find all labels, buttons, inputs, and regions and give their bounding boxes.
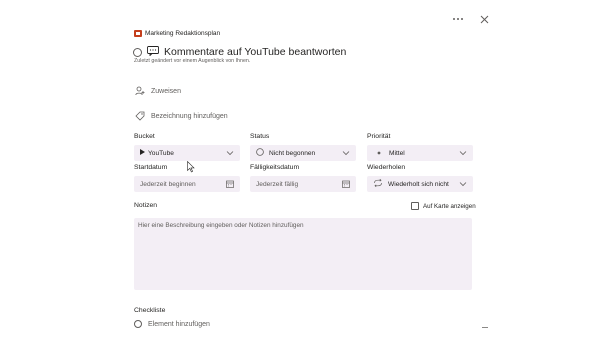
repeat-label: Wiederholen (367, 164, 406, 171)
scroll-indicator (482, 327, 488, 328)
priority-label: Priorität (367, 133, 391, 140)
calendar-icon[interactable] (226, 180, 234, 188)
status-dropdown[interactable]: Nicht begonnen (250, 145, 356, 161)
due-date-label: Fälligkeitsdatum (250, 164, 300, 171)
tag-icon (135, 111, 145, 121)
calendar-icon[interactable] (342, 180, 350, 188)
add-person-icon (135, 86, 145, 96)
chevron-down-icon (459, 180, 467, 188)
checklist-circle-icon (134, 320, 142, 328)
status-value: Nicht begonnen (269, 149, 316, 157)
add-label-button[interactable]: Bezeichnung hinzufügen (135, 111, 228, 121)
mouse-cursor-icon (187, 160, 195, 173)
start-date-label: Startdatum (134, 164, 168, 171)
more-icon[interactable] (451, 12, 465, 26)
checklist-label: Checkliste (134, 307, 166, 314)
task-title[interactable]: Kommentare auf YouTube beantworten (164, 46, 346, 58)
assign-label: Zuweisen (151, 87, 181, 95)
bucket-dropdown[interactable]: YouTube (134, 145, 240, 161)
add-checklist-item[interactable]: Element hinzufügen (134, 320, 210, 328)
notes-textarea[interactable]: Hier eine Beschreibung eingeben oder Not… (134, 218, 472, 290)
notes-placeholder: Hier eine Beschreibung eingeben oder Not… (138, 222, 304, 229)
complete-task-checkbox[interactable] (133, 47, 142, 57)
repeat-dropdown[interactable]: Wiederholt sich nicht (367, 176, 473, 192)
repeat-icon (373, 178, 383, 189)
priority-dropdown[interactable]: Mittel (367, 145, 473, 161)
bucket-arrow-icon (140, 149, 145, 157)
chevron-down-icon (459, 149, 467, 157)
plan-name: Marketing Redaktionsplan (145, 30, 221, 37)
add-item-label: Element hinzufügen (148, 320, 210, 328)
assign-button[interactable]: Zuweisen (135, 86, 181, 96)
plan-icon (134, 30, 142, 37)
plan-breadcrumb[interactable]: Marketing Redaktionsplan (134, 30, 220, 37)
start-date-field[interactable]: Jederzeit beginnen (134, 176, 240, 192)
show-on-card-toggle[interactable]: Auf Karte anzeigen (411, 202, 476, 210)
priority-dot-icon (377, 150, 381, 157)
chevron-down-icon (342, 149, 350, 157)
add-label-text: Bezeichnung hinzufügen (151, 112, 228, 120)
start-date-placeholder: Jederzeit beginnen (140, 180, 196, 188)
status-label: Status (250, 133, 270, 140)
priority-value: Mittel (389, 149, 405, 157)
due-date-placeholder: Jederzeit fällig (256, 180, 299, 188)
chevron-down-icon (226, 149, 234, 157)
status-circle-icon (256, 148, 264, 158)
window-controls (451, 12, 491, 26)
due-date-field[interactable]: Jederzeit fällig (250, 176, 356, 192)
notes-label: Notizen (134, 202, 158, 209)
close-icon[interactable] (477, 12, 491, 26)
show-on-card-checkbox[interactable] (411, 202, 419, 210)
repeat-value: Wiederholt sich nicht (388, 180, 449, 188)
bucket-value: YouTube (148, 149, 174, 157)
show-on-card-label: Auf Karte anzeigen (423, 202, 476, 210)
bucket-label: Bucket (134, 133, 155, 140)
last-modified-text: Zuletzt geändert vor einem Augenblick vo… (134, 58, 251, 64)
